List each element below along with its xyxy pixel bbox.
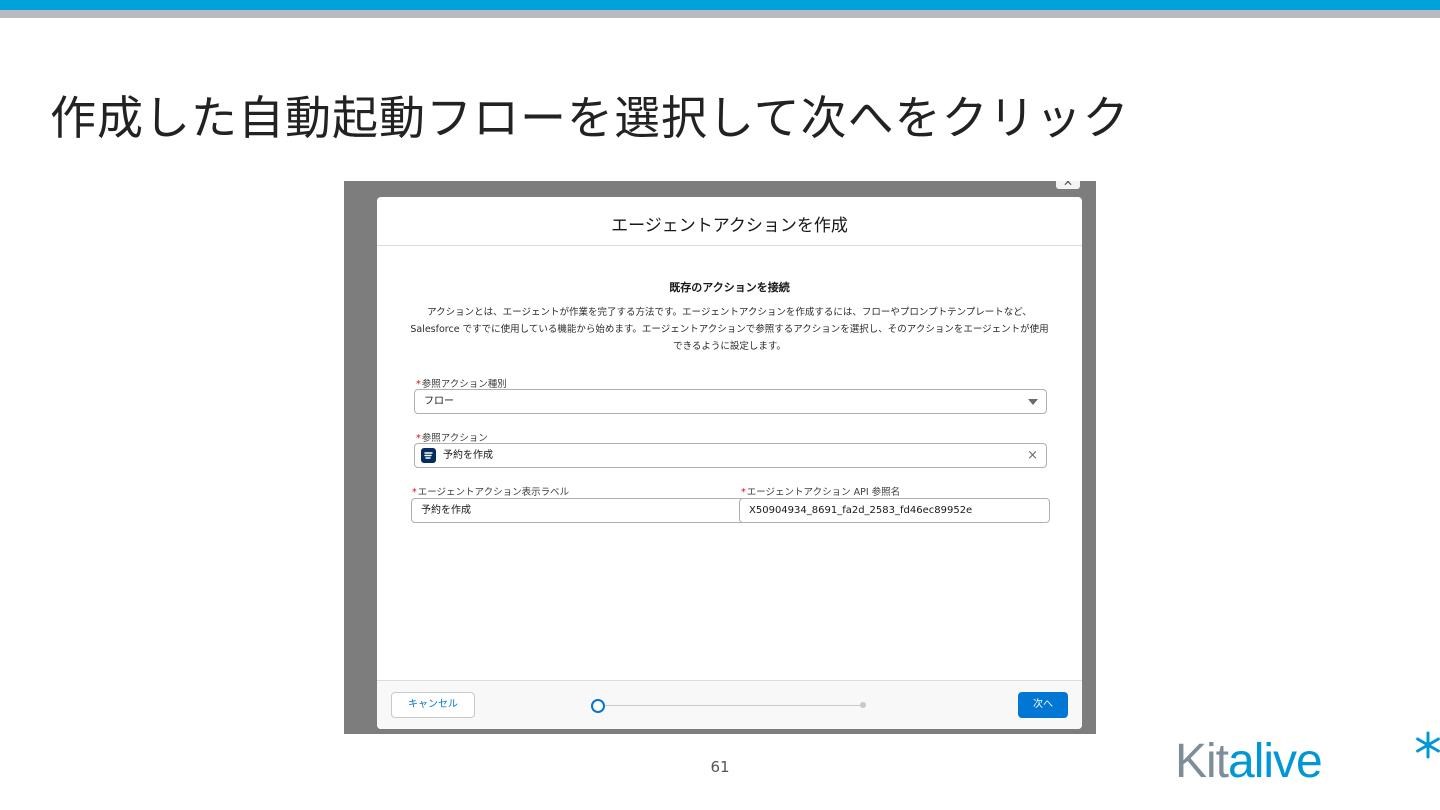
logo-text-alive: alive bbox=[1228, 735, 1323, 788]
cancel-button[interactable]: キャンセル bbox=[391, 692, 475, 718]
progress-step-next bbox=[860, 702, 866, 708]
ref-type-label: *参照アクション種別 bbox=[416, 376, 507, 390]
display-label-label: *エージェントアクション表示ラベル bbox=[412, 484, 569, 498]
description-text: アクションとは、エージェントが作業を完了する方法です。エージェントアクションを作… bbox=[410, 307, 1049, 352]
required-mark: * bbox=[741, 487, 746, 498]
modal-title: エージェントアクションを作成 bbox=[611, 216, 848, 236]
modal-footer: キャンセル 次へ bbox=[377, 680, 1082, 729]
kitalive-logo: Kitalive bbox=[1175, 731, 1440, 789]
close-icon[interactable]: ✕ bbox=[1056, 181, 1080, 189]
top-accent-bar bbox=[0, 0, 1440, 10]
modal-header: エージェントアクションを作成 bbox=[377, 197, 1082, 246]
progress-track bbox=[599, 705, 864, 706]
top-gray-bar bbox=[0, 10, 1440, 18]
asterisk-icon bbox=[1413, 730, 1440, 764]
modal-body: 既存のアクションを接続 アクションとは、エージェントが作業を完了する方法です。エ… bbox=[377, 246, 1082, 680]
clear-icon[interactable]: × bbox=[1027, 444, 1038, 467]
create-agent-action-modal: エージェントアクションを作成 既存のアクションを接続 アクションとは、エージェン… bbox=[377, 197, 1082, 729]
api-name-label-text: エージェントアクション API 参照名 bbox=[746, 487, 901, 498]
display-label-value: 予約を作成 bbox=[421, 505, 471, 516]
logo-text-kit: Kit bbox=[1175, 735, 1229, 788]
section-title: 既存のアクションを接続 bbox=[669, 281, 790, 294]
display-label-input[interactable]: 予約を作成 bbox=[411, 498, 748, 523]
screenshot-frame: ✕ エージェントアクションを作成 既存のアクションを接続 アクションとは、エージ… bbox=[344, 181, 1096, 734]
api-name-value: X50904934_8691_fa2d_2583_fd46ec89952e bbox=[749, 505, 973, 516]
api-name-input[interactable]: X50904934_8691_fa2d_2583_fd46ec89952e bbox=[739, 498, 1050, 523]
ref-action-label: *参照アクション bbox=[416, 430, 488, 444]
chevron-down-icon[interactable] bbox=[1028, 399, 1038, 405]
progress-step-current bbox=[591, 699, 605, 713]
ref-action-combobox[interactable]: 予約を作成 × bbox=[414, 443, 1047, 468]
next-button[interactable]: 次へ bbox=[1018, 692, 1068, 718]
api-name-label: *エージェントアクション API 参照名 bbox=[741, 484, 900, 498]
required-mark: * bbox=[412, 487, 417, 498]
display-label-label-text: エージェントアクション表示ラベル bbox=[417, 487, 570, 498]
flow-icon bbox=[421, 448, 436, 463]
slide-title: 作成した自動起動フローを選択して次へをクリック bbox=[50, 91, 1130, 145]
ref-action-value: 予約を作成 bbox=[443, 450, 493, 461]
ref-type-select[interactable]: フロー bbox=[414, 389, 1047, 414]
ref-type-value: フロー bbox=[424, 396, 454, 407]
